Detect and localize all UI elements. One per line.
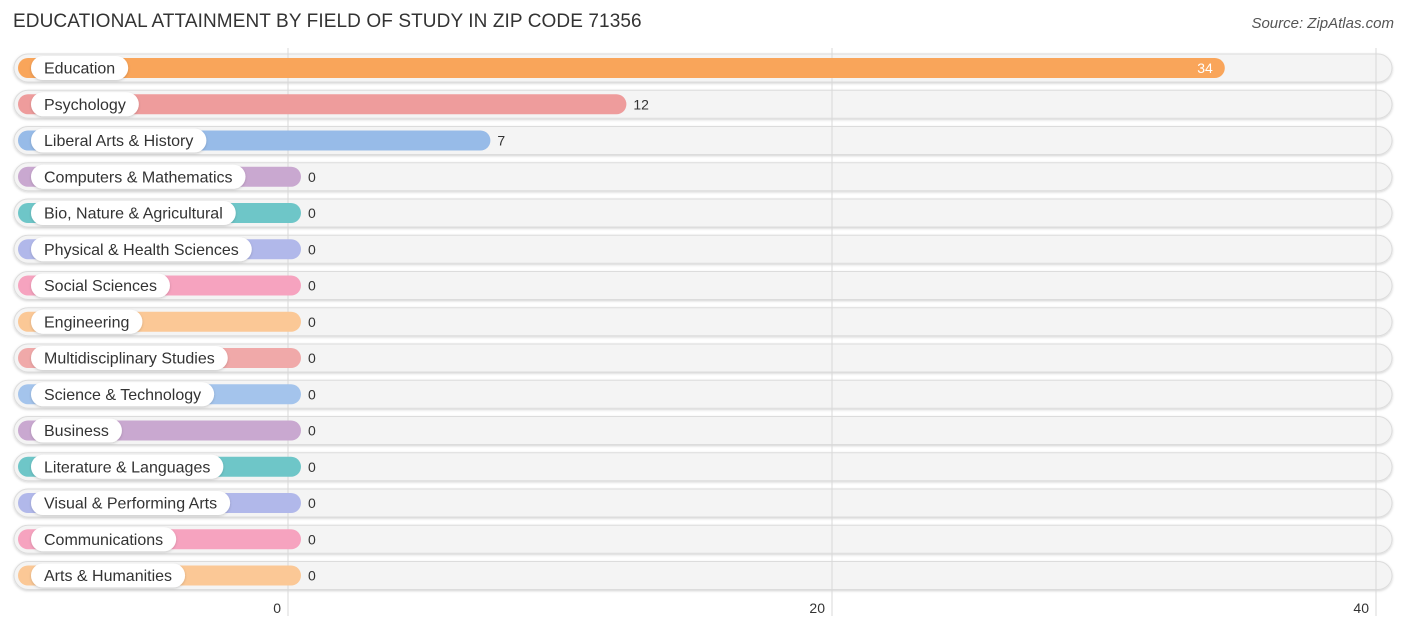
value-label: 0 xyxy=(308,459,316,475)
value-label: 0 xyxy=(308,314,316,330)
bar xyxy=(18,58,1225,78)
category-label: Bio, Nature & Agricultural xyxy=(44,206,223,223)
value-label: 0 xyxy=(308,495,316,511)
bar-chart: Education 34 Psychology 12 Liberal Arts & Hi… xyxy=(13,48,1393,616)
category-label: Literature & Languages xyxy=(44,459,210,476)
x-tick-label: 0 xyxy=(273,600,281,616)
category-label: Social Sciences xyxy=(44,278,157,295)
category-label: Physical & Health Sciences xyxy=(44,242,239,259)
value-label: 12 xyxy=(633,96,649,112)
category-label: Engineering xyxy=(44,314,129,331)
x-tick-label: 40 xyxy=(1353,600,1369,616)
value-label: 0 xyxy=(308,350,316,366)
category-label: Science & Technology xyxy=(44,387,201,404)
value-label: 0 xyxy=(308,386,316,402)
category-label: Psychology xyxy=(44,97,126,114)
x-tick-label: 20 xyxy=(809,600,825,616)
value-label: 0 xyxy=(308,531,316,547)
value-label: 0 xyxy=(308,278,316,294)
value-label: 34 xyxy=(1197,60,1213,76)
value-label: 0 xyxy=(308,568,316,584)
category-label: Visual & Performing Arts xyxy=(44,496,217,513)
value-label: 0 xyxy=(308,241,316,257)
category-label: Arts & Humanities xyxy=(44,568,172,585)
value-label: 7 xyxy=(497,133,505,149)
category-label: Multidisciplinary Studies xyxy=(44,351,215,368)
category-label: Liberal Arts & History xyxy=(44,133,193,150)
value-label: 0 xyxy=(308,205,316,221)
category-label: Education xyxy=(44,61,115,78)
category-label: Computers & Mathematics xyxy=(44,169,233,186)
value-label: 0 xyxy=(308,169,316,185)
value-label: 0 xyxy=(308,423,316,439)
category-label: Business xyxy=(44,423,109,440)
category-label: Communications xyxy=(44,532,163,549)
